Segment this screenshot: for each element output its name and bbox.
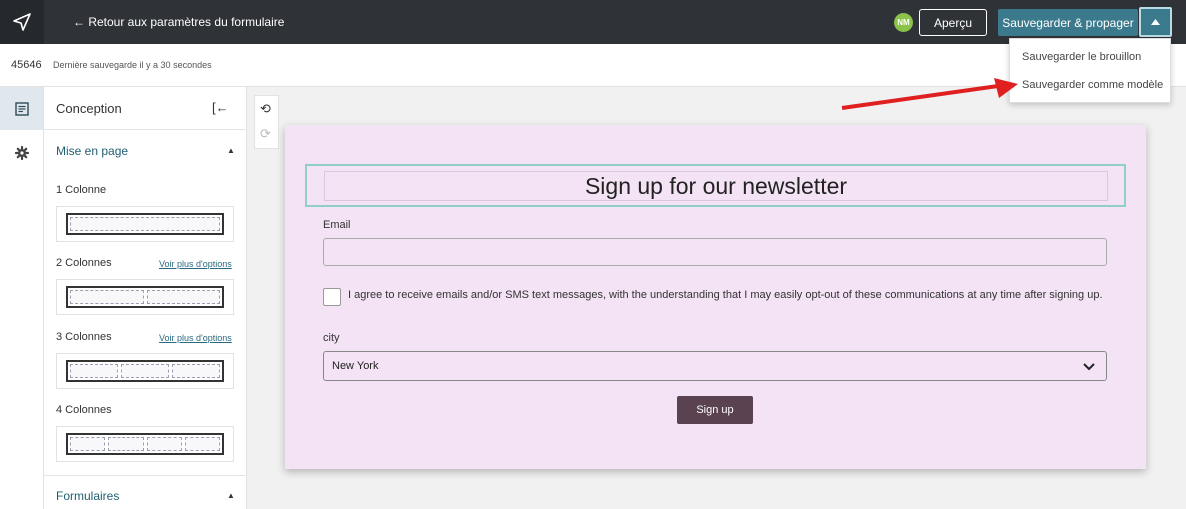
save-and-propagate-button[interactable]: Sauvegarder & propager [998, 9, 1138, 36]
menu-item-save-draft[interactable]: Sauvegarder le brouillon [1022, 51, 1141, 63]
layout-preview [66, 433, 224, 455]
collapse-left-icon[interactable]: [← [212, 100, 229, 115]
annotation-arrow [841, 78, 1018, 110]
layout-label-2col: 2 Colonnes [56, 257, 112, 269]
layout-column [70, 290, 144, 304]
menu-item-save-as-template[interactable]: Sauvegarder comme modèle [1022, 79, 1163, 91]
form-preview: Sign up for our newsletter Email I agree… [285, 125, 1146, 469]
panel-title: Conception [56, 101, 122, 116]
last-saved-status: Dernière sauvegarde il y a 30 secondes [53, 60, 212, 70]
layout-option-3col[interactable] [56, 353, 234, 389]
section-layout-header[interactable]: Mise en page [56, 144, 128, 158]
layout-column [146, 290, 220, 304]
logo-button[interactable] [0, 0, 44, 44]
layout-label-3col: 3 Colonnes [56, 331, 112, 343]
email-label: Email [323, 219, 351, 231]
history-controls: ⟲ ⟳ [254, 95, 279, 149]
preview-button[interactable]: Aperçu [919, 9, 987, 36]
layout-column [70, 364, 118, 378]
layout-preview [66, 286, 224, 308]
redo-icon[interactable]: ⟳ [260, 126, 271, 142]
undo-icon[interactable]: ⟲ [260, 101, 271, 117]
email-field[interactable] [323, 238, 1107, 266]
divider [44, 475, 247, 476]
consent-text: I agree to receive emails and/or SMS tex… [348, 289, 1103, 301]
save-options-toggle[interactable] [1139, 7, 1172, 37]
city-label: city [323, 332, 340, 344]
avatar[interactable]: NM [894, 13, 913, 32]
send-paper-plane-icon [13, 13, 31, 31]
form-design-icon [14, 101, 29, 116]
rail-item-design[interactable] [0, 87, 43, 130]
layout-column [121, 364, 169, 378]
layout-preview [66, 213, 224, 235]
sign-up-button[interactable]: Sign up [677, 396, 753, 424]
more-options-link-2col[interactable]: Voir plus d'options [159, 259, 232, 269]
chevron-down-icon [1083, 363, 1095, 371]
layout-column [172, 364, 220, 378]
form-id: 45646 [11, 59, 42, 71]
layout-option-4col[interactable] [56, 426, 234, 462]
layout-option-1col[interactable] [56, 206, 234, 242]
layout-column [146, 437, 182, 451]
caret-up-icon [1151, 19, 1160, 25]
more-options-link-3col[interactable]: Voir plus d'options [159, 333, 232, 343]
city-selected-value: New York [332, 360, 379, 372]
section-forms-header[interactable]: Formulaires [56, 489, 119, 503]
back-to-form-settings-link[interactable]: ← Retour aux paramètres du formulaire [73, 15, 284, 29]
layout-preview [66, 360, 224, 382]
layout-label-1col: 1 Colonne [56, 184, 107, 196]
caret-up-icon[interactable]: ▲ [227, 491, 235, 500]
layout-column [70, 437, 106, 451]
panel-header: Conception [← [44, 87, 247, 130]
city-select[interactable]: New York [323, 351, 1107, 381]
layout-label-4col: 4 Colonnes [56, 404, 112, 416]
save-options-menu: Sauvegarder le brouillon Sauvegarder com… [1009, 38, 1171, 103]
consent-checkbox[interactable] [323, 288, 341, 306]
gear-icon [14, 145, 29, 160]
form-title[interactable]: Sign up for our newsletter [324, 171, 1108, 201]
rail-item-settings[interactable] [0, 131, 43, 174]
layout-option-2col[interactable] [56, 279, 234, 315]
layout-column [70, 217, 220, 231]
left-icon-rail [0, 87, 44, 509]
design-panel: Conception [← Mise en page ▲ 1 Colonne 2… [44, 87, 247, 509]
caret-up-icon[interactable]: ▲ [227, 146, 235, 155]
layout-column [108, 437, 144, 451]
layout-column [184, 437, 220, 451]
title-block-selected[interactable]: Sign up for our newsletter [305, 164, 1126, 207]
